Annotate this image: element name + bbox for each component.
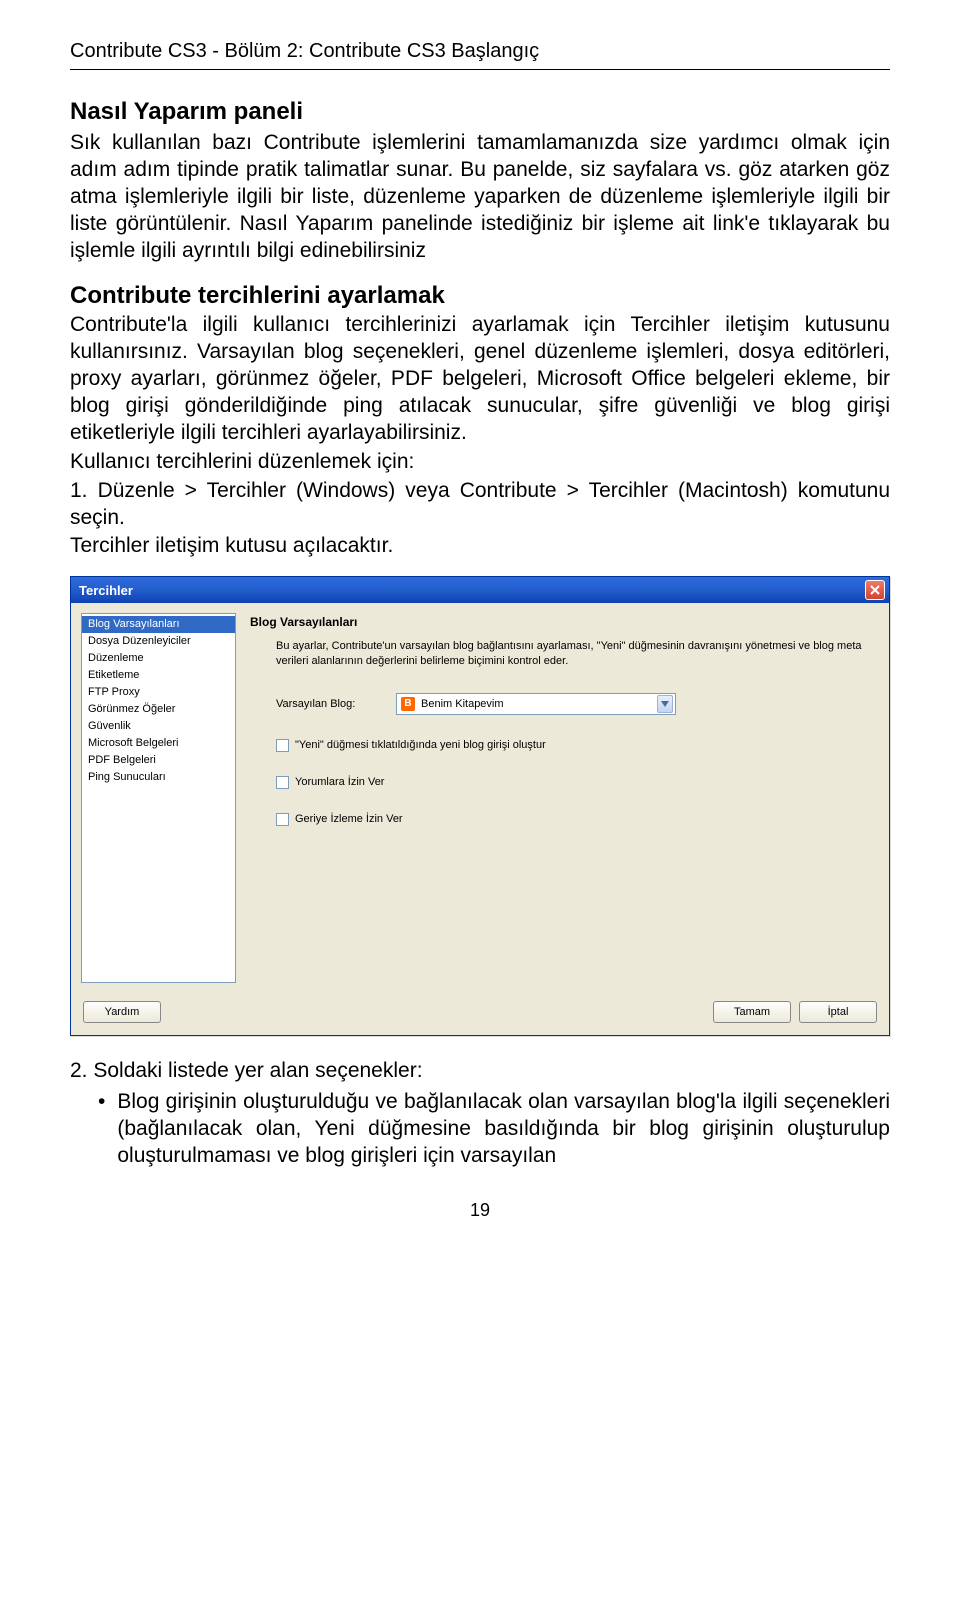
cancel-button[interactable]: İptal [799, 1001, 877, 1023]
list-item[interactable]: Düzenleme [82, 650, 235, 667]
pane-title: Blog Varsayılanları [250, 615, 879, 629]
section2-sub2: 1. Düzenle > Tercihler (Windows) veya Co… [70, 478, 890, 532]
section2-sub3: Tercihler iletişim kutusu açılacaktır. [70, 533, 890, 560]
header-rule [70, 69, 890, 70]
list-item[interactable]: PDF Belgeleri [82, 752, 235, 769]
pane-description: Bu ayarlar, Contribute'un varsayılan blo… [276, 639, 871, 669]
checkbox[interactable] [276, 813, 289, 826]
list-item[interactable]: Dosya Düzenleyiciler [82, 633, 235, 650]
section1-title: Nasıl Yaparım paneli [70, 98, 890, 126]
help-button[interactable]: Yardım [83, 1001, 161, 1023]
settings-pane: Blog Varsayılanları Bu ayarlar, Contribu… [246, 613, 879, 983]
dialog-titlebar: Tercihler [71, 577, 889, 603]
checkbox-row-new-entry[interactable]: "Yeni" düğmesi tıklatıldığında yeni blog… [276, 739, 879, 752]
page-header: Contribute CS3 - Bölüm 2: Contribute CS3… [70, 40, 890, 63]
section2-body: Contribute'la ilgili kullanıcı tercihler… [70, 312, 890, 446]
section2-sub1: Kullanıcı tercihlerini düzenlemek için: [70, 449, 890, 476]
section1-body: Sık kullanılan bazı Contribute işlemleri… [70, 130, 890, 264]
close-button[interactable] [865, 580, 885, 600]
default-blog-dropdown[interactable]: B Benim Kitapevim [396, 693, 676, 715]
bullet-dot: • [98, 1089, 105, 1170]
default-blog-label: Varsayılan Blog: [276, 698, 396, 710]
dropdown-value: Benim Kitapevim [421, 698, 657, 710]
list-item[interactable]: Etiketleme [82, 667, 235, 684]
checkbox-label: "Yeni" düğmesi tıklatıldığında yeni blog… [295, 739, 546, 751]
list-item[interactable]: Microsoft Belgeleri [82, 735, 235, 752]
list-item[interactable]: Blog Varsayılanları [82, 616, 235, 633]
checkbox-label: Yorumlara İzin Ver [295, 776, 384, 788]
close-icon [870, 585, 880, 595]
bullet-text: Blog girişinin oluşturulduğu ve bağlanıl… [117, 1089, 890, 1170]
list-item[interactable]: Güvenlik [82, 718, 235, 735]
checkbox-row-trackback[interactable]: Geriye İzleme İzin Ver [276, 813, 879, 826]
section2-title: Contribute tercihlerini ayarlamak [70, 282, 890, 310]
preferences-dialog: Tercihler Blog Varsayılanları Dosya Düze… [70, 576, 890, 1036]
checkbox-label: Geriye İzleme İzin Ver [295, 813, 403, 825]
dialog-title: Tercihler [79, 583, 133, 598]
list-item[interactable]: FTP Proxy [82, 684, 235, 701]
page-number: 19 [70, 1200, 890, 1221]
checkbox[interactable] [276, 739, 289, 752]
dialog-footer: Yardım Tamam İptal [71, 993, 889, 1035]
blogger-icon: B [401, 697, 415, 711]
list-item[interactable]: Ping Sunucuları [82, 769, 235, 786]
after-line1: 2. Soldaki listede yer alan seçenekler: [70, 1058, 890, 1085]
ok-button[interactable]: Tamam [713, 1001, 791, 1023]
checkbox-row-comments[interactable]: Yorumlara İzin Ver [276, 776, 879, 789]
chevron-down-icon [657, 695, 673, 713]
category-listbox[interactable]: Blog Varsayılanları Dosya Düzenleyiciler… [81, 613, 236, 983]
checkbox[interactable] [276, 776, 289, 789]
list-item[interactable]: Görünmez Öğeler [82, 701, 235, 718]
